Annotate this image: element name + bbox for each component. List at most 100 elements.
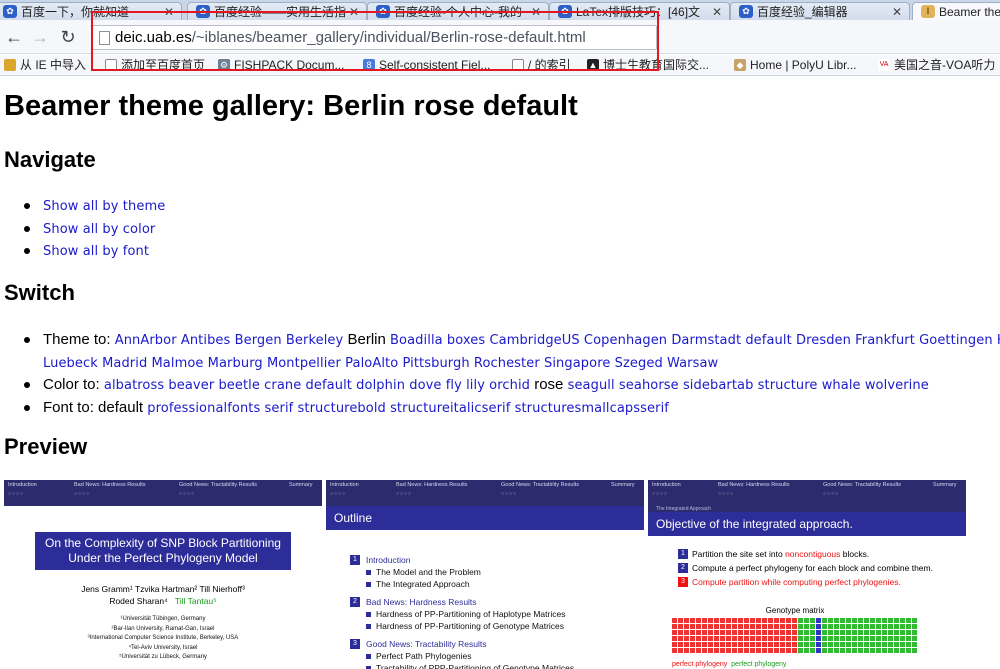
show-all-by-font-link[interactable]: Show all by font	[43, 244, 149, 259]
color-link[interactable]: dove	[409, 378, 441, 393]
browser-tab[interactable]: ✿ 百度经验_编辑器 ✕	[730, 2, 910, 20]
theme-link[interactable]: Antibes	[181, 333, 231, 348]
theme-link[interactable]: Szeged	[615, 356, 663, 371]
browser-tab[interactable]: ✿ 百度经验-个人中心-我的 ✕	[367, 2, 549, 20]
color-link[interactable]: whale	[822, 378, 861, 393]
matrix-cell	[870, 624, 875, 629]
theme-link[interactable]: CambridgeUS	[489, 333, 579, 348]
theme-link[interactable]: PaloAlto	[345, 356, 398, 371]
page-icon	[99, 31, 110, 45]
font-link[interactable]: serif	[265, 401, 294, 416]
theme-link[interactable]: boxes	[447, 333, 485, 348]
bookmark-item[interactable]: 从 IE 中导入	[4, 57, 86, 74]
reload-icon[interactable]: ↻	[56, 26, 80, 48]
color-link[interactable]: fly	[446, 378, 462, 393]
preview-slide-outline[interactable]: Introduction ○○○○ Bad News: Hardness Resul…	[326, 480, 644, 669]
theme-link[interactable]: Darmstadt	[671, 333, 741, 348]
matrix-cell	[822, 618, 827, 623]
color-link[interactable]: orchid	[489, 378, 530, 393]
theme-link[interactable]: Dresden	[796, 333, 851, 348]
url-text[interactable]: deic.uab.es/~iblanes/beamer_gallery/indi…	[115, 29, 586, 47]
show-all-by-color-link[interactable]: Show all by color	[43, 222, 155, 237]
theme-link[interactable]: Pittsburgh	[402, 356, 469, 371]
theme-link[interactable]: Singapore	[544, 356, 610, 371]
theme-link[interactable]: AnnArbor	[115, 333, 177, 348]
matrix-cell	[828, 642, 833, 647]
color-link[interactable]: lily	[466, 378, 485, 393]
color-link[interactable]: structure	[758, 378, 818, 393]
matrix-cell	[894, 648, 899, 653]
browser-tab-active[interactable]: ǀ Beamer the	[912, 2, 1000, 20]
color-link[interactable]: wolverine	[865, 378, 929, 393]
matrix-cell	[876, 642, 881, 647]
theme-link[interactable]: Warsaw	[667, 356, 718, 371]
address-bar[interactable]: deic.uab.es/~iblanes/beamer_gallery/indi…	[92, 25, 657, 50]
matrix-cell	[750, 630, 755, 635]
bookmark-item[interactable]: ▲ 博士生教育国际交...	[587, 57, 709, 74]
matrix-cell	[834, 648, 839, 653]
matrix-cell	[702, 624, 707, 629]
theme-link[interactable]: Luebeck	[43, 356, 98, 371]
matrix-cell	[822, 636, 827, 641]
bookmark-item[interactable]: VA 美国之音-VOA听力	[878, 57, 995, 74]
theme-link[interactable]: Bergen	[235, 333, 282, 348]
font-link[interactable]: professionalfonts	[147, 401, 260, 416]
theme-link[interactable]: default	[745, 333, 791, 348]
matrix-cell	[906, 648, 911, 653]
color-link[interactable]: sidebartab	[683, 378, 754, 393]
font-link[interactable]: structuresmallcapsserif	[515, 401, 669, 416]
color-link[interactable]: crane	[264, 378, 301, 393]
matrix-cell	[810, 642, 815, 647]
theme-link[interactable]: Boadilla	[390, 333, 443, 348]
browser-tab[interactable]: ✿ 百度一下，你就知道 ✕	[0, 2, 182, 20]
color-link[interactable]: dolphin	[356, 378, 405, 393]
browser-tab[interactable]: ✿ LaTex排版技巧：[46]文 ✕	[549, 2, 730, 20]
bookmark-item[interactable]: 添加至百度首页	[105, 57, 205, 74]
theme-link[interactable]: Malmoe	[151, 356, 203, 371]
back-arrow-icon[interactable]: ←	[2, 26, 26, 48]
tab-title: 百度经验_编辑器	[757, 5, 848, 19]
close-tab-icon[interactable]: ✕	[712, 3, 722, 20]
browser-tab[interactable]: ✿ 百度经验——实用生活指 ✕	[187, 2, 367, 20]
matrix-cell	[900, 636, 905, 641]
theme-link[interactable]: Goettingen	[919, 333, 993, 348]
matrix-cell	[714, 648, 719, 653]
theme-link[interactable]: Montpellier	[267, 356, 341, 371]
theme-link[interactable]: Berkeley	[286, 333, 343, 348]
close-tab-icon[interactable]: ✕	[164, 3, 174, 20]
color-link[interactable]: albatross	[104, 378, 164, 393]
matrix-cell	[678, 630, 683, 635]
close-tab-icon[interactable]: ✕	[892, 3, 902, 20]
theme-link[interactable]: Copenhagen	[584, 333, 667, 348]
matrix-cell	[906, 630, 911, 635]
theme-link[interactable]: Rochester	[474, 356, 540, 371]
font-link[interactable]: structurebold	[298, 401, 386, 416]
color-link[interactable]: beetle	[218, 378, 260, 393]
baidu-paw-icon: ✿	[558, 5, 572, 18]
matrix-cell	[726, 636, 731, 641]
bookmark-item[interactable]: / 的索引	[512, 57, 571, 74]
font-link[interactable]: structureitalicserif	[390, 401, 510, 416]
bookmark-item[interactable]: 8 Self-consistent Fiel...	[363, 57, 490, 74]
matrix-cell	[822, 630, 827, 635]
matrix-cell	[834, 636, 839, 641]
bookmark-item[interactable]: ◆ Home | PolyU Libr...	[734, 57, 857, 74]
close-tab-icon[interactable]: ✕	[349, 3, 359, 20]
color-link[interactable]: default	[306, 378, 352, 393]
matrix-cell	[846, 648, 851, 653]
color-link[interactable]: seagull	[568, 378, 615, 393]
matrix-cell	[888, 642, 893, 647]
bookmark-item[interactable]: ⚙ FISHPACK Docum...	[218, 57, 344, 74]
close-tab-icon[interactable]: ✕	[531, 3, 541, 20]
preview-slide-title[interactable]: Introduction ○○○○ Bad News: Hardness Resul…	[4, 480, 322, 669]
forward-arrow-icon[interactable]: →	[28, 26, 52, 48]
theme-link[interactable]: Frankfurt	[855, 333, 915, 348]
preview-slide-objective[interactable]: Introduction ○○○○ Bad News: Hardness Resul…	[648, 480, 966, 669]
show-all-by-theme-link[interactable]: Show all by theme	[43, 199, 165, 214]
color-link[interactable]: seahorse	[619, 378, 679, 393]
color-link[interactable]: beaver	[168, 378, 214, 393]
theme-link[interactable]: Marburg	[208, 356, 263, 371]
slide-navigation-bar: Introduction ○○○○ Bad News: Hardness Resul…	[4, 480, 322, 506]
theme-link[interactable]: Madrid	[102, 356, 147, 371]
matrix-cell	[882, 636, 887, 641]
